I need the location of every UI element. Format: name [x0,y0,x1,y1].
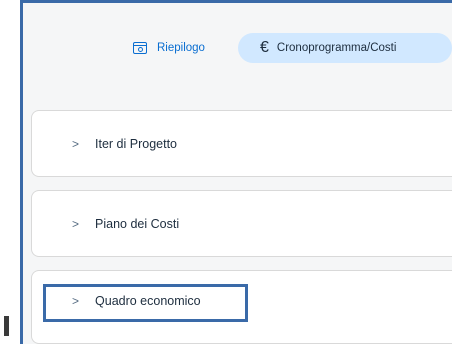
section-header[interactable]: > Iter di Progetto [72,111,177,176]
tab-label: Riepilogo [157,42,205,54]
section-iter-di-progetto[interactable]: > Iter di Progetto [31,110,452,177]
section-title: Quadro economico [95,294,201,308]
chevron-right-icon: > [72,216,80,231]
tab-label: Cronoprogramma/Costi [276,42,397,54]
section-header[interactable]: > Quadro economico [72,271,201,331]
chevron-right-icon: > [72,294,80,308]
tab-riepilogo[interactable]: Riepilogo [113,33,238,63]
euro-icon: € [260,39,269,56]
corner-mark [4,316,9,336]
chevron-right-icon: > [72,136,80,151]
summary-icon [133,42,147,54]
tab-cronoprogramma-costi[interactable]: € Cronoprogramma/Costi [238,33,452,63]
section-header[interactable]: > Piano dei Costi [72,191,179,256]
section-quadro-economico[interactable]: > Quadro economico [31,270,452,344]
section-title: Iter di Progetto [95,136,178,151]
section-piano-dei-costi[interactable]: > Piano dei Costi [31,190,452,257]
section-title: Piano dei Costi [95,216,180,231]
